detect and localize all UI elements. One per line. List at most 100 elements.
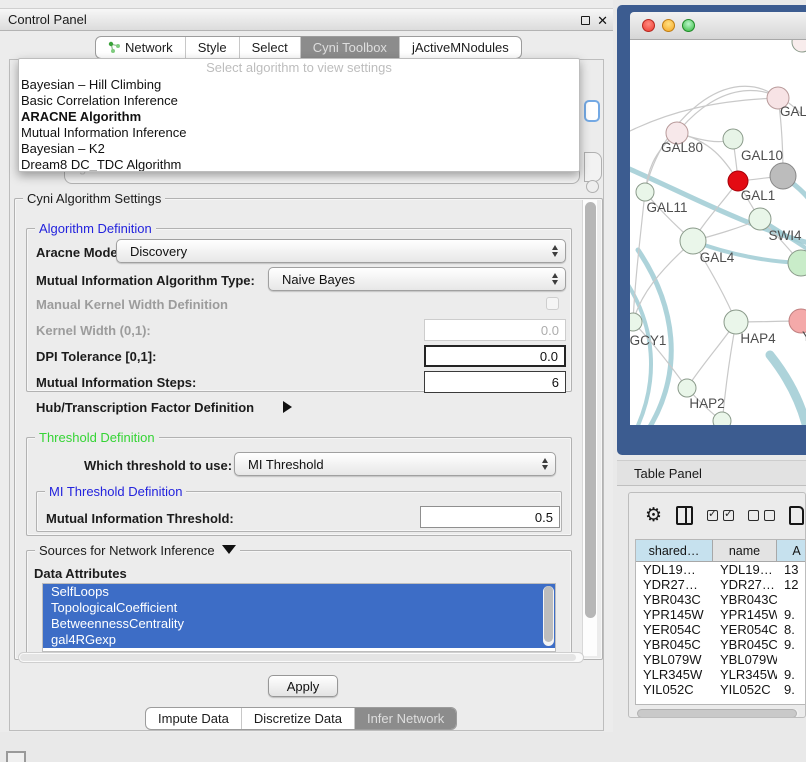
mi-threshold-field[interactable]: 0.5 [420, 506, 560, 528]
data-attributes-list[interactable]: SelfLoopsTopologicalCoefficientBetweenne… [42, 583, 556, 652]
algorithm-option[interactable]: Mutual Information Inference [19, 125, 579, 141]
algorithm-option[interactable]: Bayesian – Hill Climbing [19, 77, 579, 93]
settings-vertical-scrollbar[interactable] [582, 200, 597, 656]
which-threshold-value: MI Threshold [248, 457, 324, 472]
network-node[interactable] [770, 163, 796, 189]
mi-threshold-label: Mutual Information Threshold: [46, 511, 234, 526]
mi-algorithm-type-select[interactable]: Naive Bayes [268, 267, 566, 291]
network-node-hap2[interactable] [678, 379, 696, 397]
network-node-gal10[interactable] [723, 129, 743, 149]
aracne-mode-select[interactable]: Discovery [116, 239, 566, 263]
help-button-fragment[interactable] [586, 180, 599, 193]
node-label: GAL [780, 104, 806, 119]
zoom-window-icon[interactable] [682, 19, 695, 32]
table-cell: YBR045C [636, 637, 713, 652]
tab-select[interactable]: Select [240, 37, 301, 58]
kernel-width-field[interactable]: 0.0 [424, 319, 566, 341]
data-attribute-item[interactable]: TopologicalCoefficient [43, 600, 555, 616]
algorithm-option[interactable]: Dream8 DC_TDC Algorithm [19, 157, 579, 172]
minimize-window-icon[interactable] [662, 19, 675, 32]
table-row[interactable]: YLR345WYLR345W9. [636, 667, 806, 682]
mi-steps-field[interactable]: 6 [424, 371, 566, 393]
control-panel-titlebar: Control Panel ✕ [0, 8, 613, 31]
tab-network[interactable]: Network [96, 37, 186, 58]
table-row[interactable]: YPR145WYPR145W9. [636, 607, 806, 622]
table-cell: 8. [777, 622, 806, 637]
table-row[interactable]: YER054CYER054C8. [636, 622, 806, 637]
settings-horizontal-scrollbar[interactable] [18, 652, 584, 663]
algorithm-dropdown-list: Select algorithm to view settings Bayesi… [18, 58, 580, 172]
node-table[interactable]: shared…nameA YDL19…YDL19…13YDR27…YDR27…1… [635, 539, 806, 705]
which-threshold-select[interactable]: MI Threshold [234, 452, 556, 476]
tab-infer-network[interactable]: Infer Network [355, 708, 456, 729]
network-edge[interactable] [770, 355, 806, 425]
threshold-definition-title: Threshold Definition [35, 430, 159, 445]
table-cell: YBR043C [713, 592, 777, 607]
table-row[interactable]: YBR043CYBR043C [636, 592, 806, 607]
table-row[interactable]: YDL19…YDL19…13 [636, 562, 806, 577]
cyni-algorithm-settings-title: Cyni Algorithm Settings [23, 191, 165, 206]
network-edge[interactable] [633, 322, 687, 388]
data-attribute-item[interactable]: BetweennessCentrality [43, 616, 555, 632]
tab-impute-data[interactable]: Impute Data [146, 708, 242, 729]
tab-cyni-toolbox[interactable]: Cyni Toolbox [301, 37, 400, 58]
table-cell: YIL052C [713, 682, 777, 697]
network-node[interactable] [713, 412, 731, 425]
float-window-icon[interactable] [581, 16, 590, 25]
table-panel-titlebar: Table Panel [617, 460, 806, 486]
attributes-scrollbar[interactable] [543, 586, 554, 646]
expand-right-icon[interactable] [283, 401, 292, 413]
table-horizontal-scrollbar[interactable] [637, 709, 799, 718]
data-attribute-item[interactable]: gal4RGexp [43, 632, 555, 648]
network-node-gcy1[interactable] [630, 313, 642, 331]
column-header[interactable]: name [713, 540, 777, 562]
network-node[interactable] [788, 250, 806, 276]
network-node-gal11[interactable] [636, 183, 654, 201]
network-edge[interactable] [630, 98, 778, 135]
settings-scrollbar-thumb[interactable] [585, 202, 596, 618]
gear-icon[interactable]: ⚙ [645, 506, 662, 525]
manual-kernel-label: Manual Kernel Width Definition [36, 297, 228, 312]
tab-discretize-data[interactable]: Discretize Data [242, 708, 355, 729]
dpi-tolerance-field[interactable]: 0.0 [424, 345, 566, 367]
table-cell: YBL079W [636, 652, 713, 667]
table-cell: YPR145W [636, 607, 713, 622]
table-cell: YDR27… [713, 577, 777, 592]
close-window-icon[interactable] [642, 19, 655, 32]
manual-kernel-checkbox[interactable] [546, 297, 559, 310]
deselect-all-checkboxes-icon[interactable] [748, 510, 775, 521]
close-panel-icon[interactable]: ✕ [597, 13, 608, 29]
corner-widget[interactable] [6, 751, 26, 762]
column-header[interactable]: shared… [636, 540, 713, 562]
table-cell: YBR043C [636, 592, 713, 607]
table-cell [777, 652, 806, 667]
node-label: GCY1 [630, 333, 666, 348]
algorithm-option[interactable]: Basic Correlation Inference [19, 93, 579, 109]
mi-steps-label: Mutual Information Steps: [36, 375, 196, 390]
table-row[interactable]: YBL079WYBL079W [636, 652, 806, 667]
table-cell: YPR145W [713, 607, 777, 622]
algorithm-option[interactable]: ARACNE Algorithm [19, 109, 579, 125]
node-label: HAP2 [689, 396, 724, 411]
columns-icon[interactable] [676, 506, 693, 525]
table-row[interactable]: YDR27…YDR27…12 [636, 577, 806, 592]
table-cell: 13 [777, 562, 806, 577]
algorithm-dropdown-items: Bayesian – Hill ClimbingBasic Correlatio… [19, 77, 579, 172]
network-canvas[interactable]: GALGAL80GAL10GAL1GAL11SWI4GAL4GCY1HAP4YH… [630, 40, 806, 425]
export-table-icon[interactable] [789, 506, 804, 525]
algorithm-combobox-focus-button[interactable] [584, 100, 600, 122]
table-row[interactable]: YBR045CYBR045C9. [636, 637, 806, 652]
collapse-down-icon[interactable] [222, 545, 236, 554]
network-window-titlebar[interactable] [630, 12, 806, 40]
table-cell: YER054C [713, 622, 777, 637]
network-node-gal1[interactable] [749, 208, 771, 230]
apply-button[interactable]: Apply [268, 675, 338, 697]
tab-jactivemnodules[interactable]: jActiveMNodules [400, 37, 521, 58]
select-all-checkboxes-icon[interactable] [707, 510, 734, 521]
table-row[interactable]: YIL052CYIL052C9. [636, 682, 806, 697]
tab-style[interactable]: Style [186, 37, 240, 58]
network-node[interactable] [792, 40, 806, 52]
data-attribute-item[interactable]: SelfLoops [43, 584, 555, 600]
algorithm-option[interactable]: Bayesian – K2 [19, 141, 579, 157]
column-header[interactable]: A [777, 540, 806, 562]
